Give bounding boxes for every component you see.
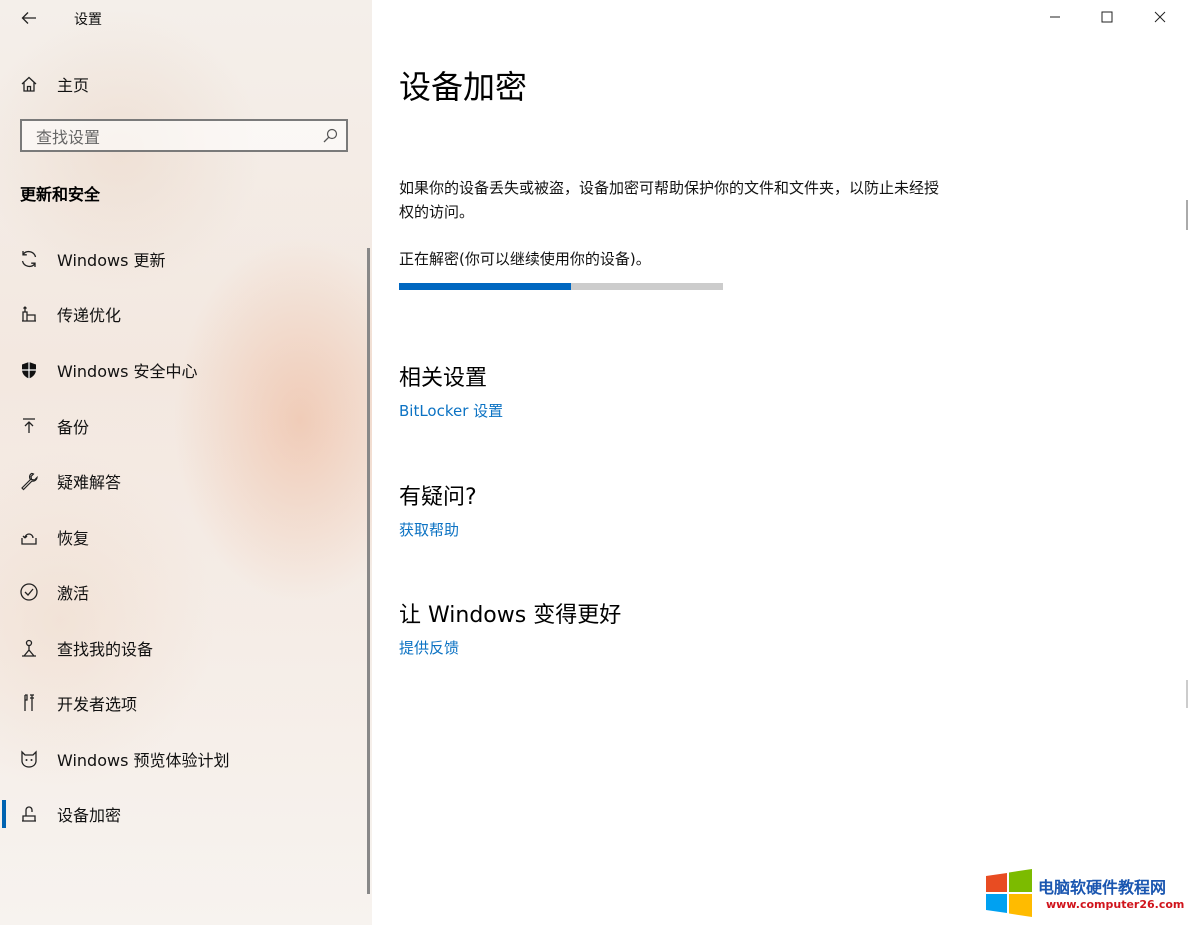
sidebar-item-backup[interactable]: 备份	[0, 404, 372, 448]
developer-tools-icon	[18, 692, 40, 714]
sidebar-item-label: Windows 预览体验计划	[57, 751, 230, 770]
decryption-progress-bar	[399, 283, 723, 290]
recovery-icon	[18, 526, 40, 548]
device-encryption-icon	[18, 803, 40, 825]
sidebar-item-windows-security[interactable]: Windows 安全中心	[0, 348, 372, 392]
sidebar-item-device-encryption[interactable]: 设备加密	[0, 792, 372, 836]
maximize-button[interactable]	[1082, 0, 1132, 34]
give-feedback-link[interactable]: 提供反馈	[399, 637, 459, 658]
sidebar-item-windows-update[interactable]: Windows 更新	[0, 237, 372, 281]
sidebar: 设置 主页 更新和安全 Windows 更新 传递优化 Windows 安全中心	[0, 0, 372, 925]
related-settings-heading: 相关设置	[399, 366, 488, 391]
sidebar-item-label: 开发者选项	[57, 695, 138, 714]
sidebar-item-home[interactable]: 主页	[0, 62, 372, 106]
watermark-title: 电脑软硬件教程网	[1038, 878, 1167, 897]
watermark-url: www.computer26.com	[1046, 898, 1185, 911]
home-icon	[18, 73, 40, 95]
encryption-description: 如果你的设备丢失或被盗，设备加密可帮助保护你的文件和文件夹，以防止未经授权的访问…	[399, 179, 940, 221]
improve-windows-heading: 让 Windows 变得更好	[399, 603, 622, 628]
sidebar-item-label: 恢复	[57, 529, 90, 548]
watermark: 电脑软硬件教程网 www.computer26.com	[984, 866, 1184, 918]
find-device-person-icon	[18, 637, 40, 659]
sidebar-item-label: 主页	[57, 76, 90, 95]
sidebar-item-activation[interactable]: 激活	[0, 570, 372, 614]
minimize-icon	[1050, 16, 1060, 18]
page-title: 设备加密	[399, 68, 528, 106]
search-input[interactable]	[34, 125, 318, 149]
back-arrow-icon	[21, 12, 36, 24]
progress-fill	[399, 283, 571, 290]
shield-icon	[18, 359, 40, 381]
check-circle-icon	[18, 581, 40, 603]
sidebar-item-label: 传递优化	[57, 306, 122, 325]
sidebar-item-label: 激活	[57, 584, 90, 603]
backup-upload-icon	[18, 415, 40, 437]
sidebar-item-windows-insider[interactable]: Windows 预览体验计划	[0, 737, 372, 781]
delivery-optimization-icon	[18, 303, 40, 325]
sidebar-item-label: Windows 安全中心	[57, 362, 198, 381]
close-button[interactable]	[1135, 0, 1185, 34]
sync-icon	[18, 248, 40, 270]
sidebar-item-troubleshoot[interactable]: 疑难解答	[0, 459, 372, 503]
sidebar-item-delivery-optimization[interactable]: 传递优化	[0, 292, 372, 336]
windows-logo-icon	[986, 869, 1032, 917]
sidebar-item-label: 疑难解答	[57, 473, 122, 492]
sidebar-item-find-my-device[interactable]: 查找我的设备	[0, 626, 372, 670]
search-icon	[323, 128, 338, 143]
sidebar-item-label: Windows 更新	[57, 251, 166, 270]
sidebar-item-developer-options[interactable]: 开发者选项	[0, 681, 372, 725]
minimize-button[interactable]	[1030, 0, 1080, 34]
sidebar-item-recovery[interactable]: 恢复	[0, 515, 372, 559]
maximize-icon	[1101, 11, 1113, 23]
close-icon	[1154, 11, 1166, 23]
questions-heading: 有疑问?	[399, 485, 477, 510]
insider-cat-icon	[18, 748, 40, 770]
decryption-status: 正在解密(你可以继续使用你的设备)。	[399, 250, 651, 268]
wrench-icon	[18, 470, 40, 492]
sidebar-item-label: 查找我的设备	[57, 640, 154, 659]
get-help-link[interactable]: 获取帮助	[399, 519, 459, 540]
main-content: 设备加密 如果你的设备丢失或被盗，设备加密可帮助保护你的文件和文件夹，以防止未经…	[372, 0, 1188, 925]
sidebar-item-label: 备份	[57, 418, 90, 437]
bitlocker-settings-link[interactable]: BitLocker 设置	[399, 400, 503, 421]
search-box[interactable]	[20, 119, 348, 152]
section-title: 更新和安全	[20, 185, 101, 204]
back-button[interactable]	[14, 4, 44, 32]
app-title: 设置	[74, 12, 102, 28]
sidebar-item-label: 设备加密	[57, 806, 122, 825]
title-bar: 设置	[0, 0, 372, 36]
